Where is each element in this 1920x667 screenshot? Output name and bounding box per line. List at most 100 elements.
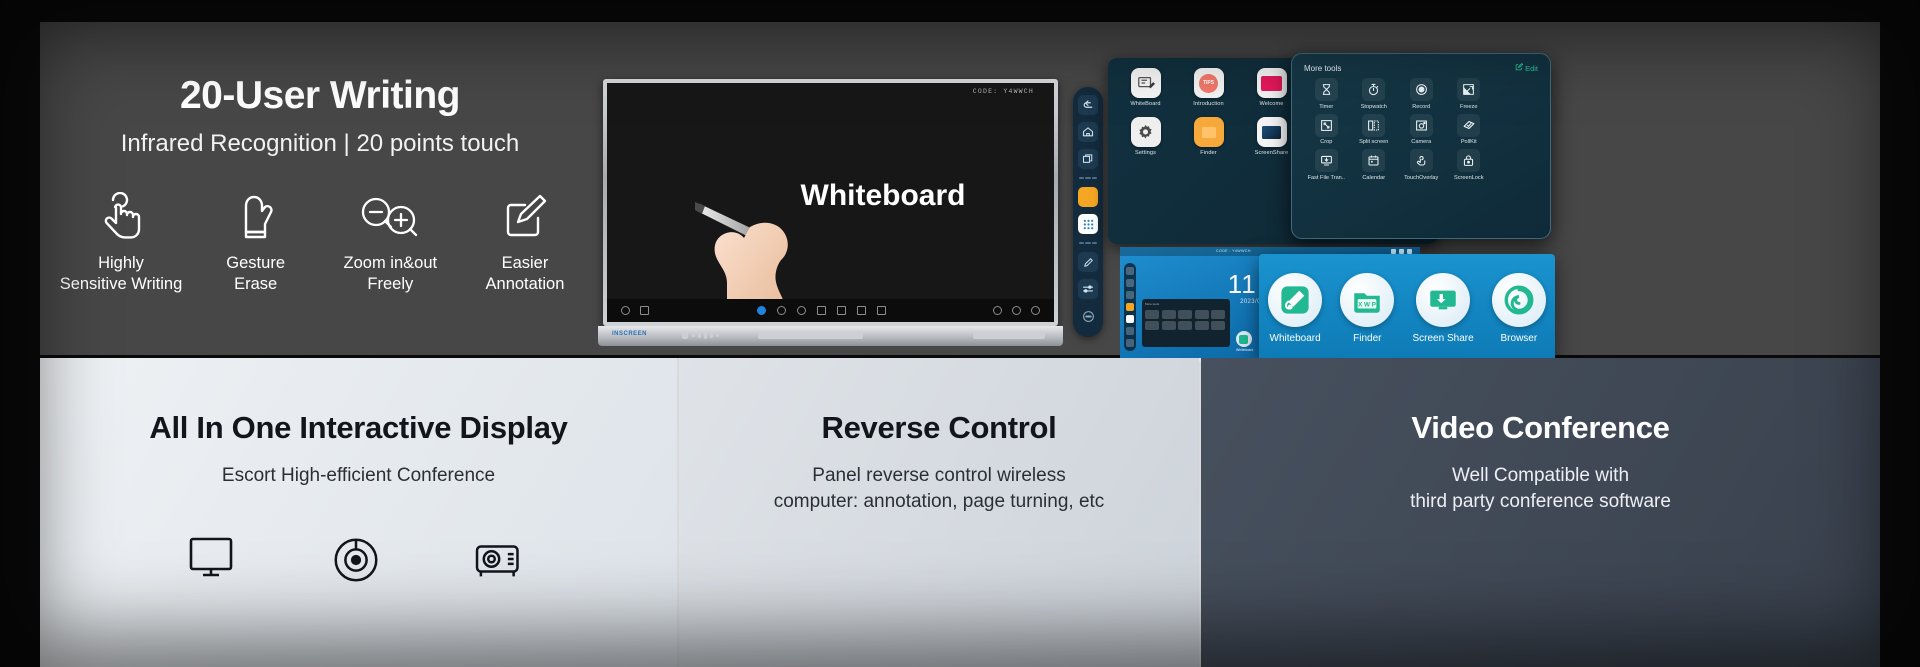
popup-tool[interactable] [1211,321,1225,330]
pencil-icon[interactable] [1078,252,1098,272]
home-side-grid-icon[interactable] [1126,315,1134,323]
vertical-side-toolbar[interactable] [1073,87,1103,337]
base-dot [704,332,707,339]
tool-camera[interactable]: Camera [1399,113,1444,145]
sliders-icon[interactable] [1078,279,1098,299]
home-icon[interactable] [1078,122,1098,142]
camera-icon [1409,113,1433,137]
toolbar-icon-share[interactable] [993,306,1002,315]
home-dock-item[interactable]: Whiteboard [1235,331,1254,352]
launcher-item-screen-share[interactable]: Screen Share [1413,272,1474,344]
launcher-item-finder[interactable]: X W P Finder [1340,272,1395,344]
tool-label: PollKit [1460,139,1477,145]
popup-tool[interactable] [1161,310,1176,319]
tool-pollkit[interactable]: PollKit [1447,113,1492,145]
base-speaker-right [973,332,1045,339]
app-finder[interactable]: Finder [1185,117,1232,163]
toolbar-icon-grid[interactable] [856,306,866,315]
more-tools-title: More tools [1304,63,1342,73]
base-dot [716,334,719,337]
tool-label: Stopwatch [1360,103,1387,110]
tool-screen-lock[interactable]: ScreenLock [1447,149,1492,181]
toolbar-right-group[interactable] [993,306,1040,315]
base-speaker-left [758,332,863,339]
toolbar-center-group[interactable] [756,306,886,315]
app-screenshare[interactable]: ScreenShare [1248,117,1295,163]
toolbar-icon-redo[interactable] [836,306,846,315]
volume-slider-bottom[interactable] [1079,241,1097,245]
app-label: Finder [1200,150,1217,156]
tool-label: Record [1412,103,1431,110]
touch-overlay-icon [1409,149,1433,172]
tool-label: Timer [1319,103,1334,110]
launcher-overlay[interactable]: Whiteboard X W P Finder Screen Share Bro… [1259,254,1555,362]
brand-logo: INSCREEN [612,331,648,337]
multitask-icon[interactable] [1078,149,1098,169]
feature-line2: Sensitive Writing [59,274,183,293]
home-popup-grid[interactable] [1145,310,1227,330]
dock-label: Whiteboard [1235,348,1254,352]
more-tools-grid[interactable]: Timer Stopwatch Record Freeze Crop Split… [1304,78,1538,181]
tool-fast-file-transfer[interactable]: Fast File Tran.. [1304,149,1349,181]
app-whiteboard[interactable]: WhiteBoard [1122,68,1169,107]
card-title: Reverse Control [821,410,1057,445]
grid-apps-icon[interactable] [1078,214,1098,234]
popup-tool[interactable] [1178,310,1192,319]
launcher-item-whiteboard[interactable]: Whiteboard [1268,272,1323,344]
tool-split-screen[interactable]: Split screen [1352,113,1397,145]
more-tools-panel[interactable]: More tools Edit Timer Stopwatch Record F… [1291,53,1551,239]
base-indicator [682,332,688,339]
feature-line1: Easier [501,254,549,272]
tool-label: TouchOverlay [1404,174,1439,181]
popup-tool[interactable] [1145,310,1159,319]
launcher-label: Browser [1500,332,1538,344]
more-circle-icon[interactable] [1078,306,1098,326]
app-introduction[interactable]: TIPS Introduction [1185,68,1232,107]
tool-calendar[interactable]: Calendar [1352,149,1397,181]
tool-record[interactable]: Record [1399,78,1444,110]
launcher-item-browser[interactable]: Browser [1491,272,1546,344]
hero-left-column: 20-User Writing Infrared Recognition | 2… [40,22,600,355]
volume-slider-top[interactable] [1079,176,1097,180]
tool-timer[interactable]: Timer [1304,78,1349,110]
tool-label: Crop [1320,139,1333,145]
popup-tool[interactable] [1161,321,1176,330]
tool-freeze[interactable]: Freeze [1447,78,1492,110]
crop-icon [1314,113,1338,137]
app-label: WhiteBoard [1130,101,1161,107]
popup-tool[interactable] [1145,321,1159,330]
back-arrow-icon[interactable] [1078,95,1098,115]
toolbar-icon-shape[interactable] [796,306,806,315]
toolbar-icon-close[interactable] [1031,306,1040,315]
whiteboard-pen-icon [1268,272,1323,327]
dock-whiteboard-icon[interactable] [1235,331,1252,347]
app-welcome[interactable]: Welcome [1248,68,1295,107]
toolbar-left-group[interactable] [621,306,649,315]
toolbar-icon-undo[interactable] [816,306,826,315]
base-dot [692,334,695,337]
popup-tool[interactable] [1211,310,1225,319]
toolbar-icon-pen-active[interactable] [756,306,766,315]
popup-tool[interactable] [1178,321,1192,330]
tool-crop[interactable]: Crop [1304,113,1349,145]
tool-touch-overlay[interactable]: TouchOverlay [1399,149,1444,181]
popup-tool[interactable] [1194,321,1209,330]
feature-line2: Erase [234,274,278,293]
app-label: Settings [1134,150,1156,156]
hero-title: 20-User Writing [179,74,461,117]
more-tools-header: More tools Edit [1304,63,1538,73]
toolbar-icon-save[interactable] [1012,306,1021,315]
orange-app-icon[interactable] [1078,187,1098,207]
edit-button[interactable]: Edit [1515,63,1538,73]
session-code-label: CODE: Y4WWCH [972,88,1034,95]
card-all-in-one-interactive-display: All In One Interactive Display Escort Hi… [40,358,677,667]
toolbar-icon-menu[interactable] [621,306,630,315]
tool-stopwatch[interactable]: Stopwatch [1352,78,1397,110]
toolbar-icon-pages[interactable] [640,306,649,315]
toolbar-icon-layout[interactable] [876,306,886,315]
toolbar-icon-eraser[interactable] [776,306,786,315]
device-bottom-toolbar[interactable] [607,299,1054,322]
app-settings[interactable]: Settings [1122,117,1169,163]
finder-folder-icon [1193,117,1224,147]
popup-tool[interactable] [1194,310,1209,319]
